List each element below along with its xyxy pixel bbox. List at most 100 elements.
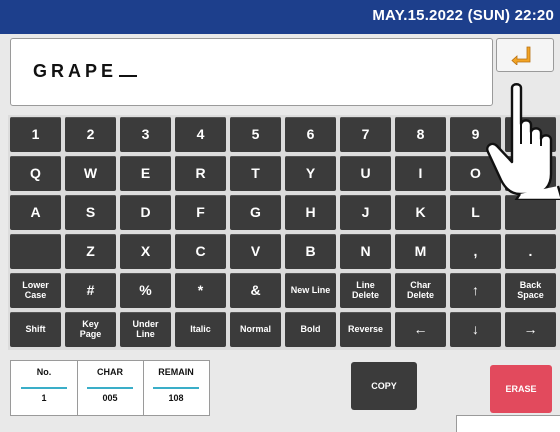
key-bold[interactable]: Bold [285, 312, 336, 347]
key-key-page[interactable]: Key Page [65, 312, 116, 347]
key-back-space[interactable]: Back Space [505, 273, 556, 308]
key-label: G [250, 204, 261, 221]
erase-button[interactable]: ERASE [490, 365, 552, 413]
key-label: Z [86, 243, 95, 260]
key-y[interactable]: Y [285, 156, 336, 191]
key-symbol[interactable]: * [175, 273, 226, 308]
key-label: & [250, 282, 261, 299]
key-s[interactable]: S [65, 195, 116, 230]
key-reverse[interactable]: Reverse [340, 312, 391, 347]
key-label: Normal [239, 323, 271, 334]
counter-no: No. 1 [11, 361, 78, 415]
key-shift[interactable]: Shift [10, 312, 61, 347]
date-time: MAY.15.2022 (SUN) 22:20 [372, 7, 554, 24]
key-label: 4 [196, 126, 205, 143]
key-symbol[interactable]: # [65, 273, 116, 308]
character-counter: No. 1 CHAR 005 REMAIN 108 [10, 360, 210, 416]
key-6[interactable]: 6 [285, 117, 336, 152]
key-g[interactable]: G [230, 195, 281, 230]
key-symbol[interactable]: ↑ [450, 273, 501, 308]
key-label: Case [24, 289, 47, 300]
remain-label: REMAIN [158, 367, 194, 377]
key-label: Italic [190, 323, 211, 334]
key-label: Line [136, 328, 155, 339]
no-value: 1 [21, 387, 67, 405]
key-label: F [196, 204, 205, 221]
key-symbol[interactable]: ↓ [450, 312, 501, 347]
key-line-delete[interactable]: Line Delete [340, 273, 391, 308]
key-label: N [360, 243, 371, 260]
key-label: I [418, 165, 423, 182]
key-2[interactable]: 2 [65, 117, 116, 152]
key-label: B [305, 243, 316, 260]
key-8[interactable]: 8 [395, 117, 446, 152]
key-label: 7 [361, 126, 370, 143]
key-symbol[interactable]: . [505, 234, 556, 269]
key-x[interactable]: X [120, 234, 171, 269]
key-lower-case[interactable]: Lower Case [10, 273, 61, 308]
key-z[interactable]: Z [65, 234, 116, 269]
key-normal[interactable]: Normal [230, 312, 281, 347]
key-symbol[interactable]: → [505, 312, 556, 347]
key-v[interactable]: V [230, 234, 281, 269]
key-label: → [523, 321, 538, 338]
key-1[interactable]: 1 [10, 117, 61, 152]
key-b[interactable]: B [285, 234, 336, 269]
key-label: Y [305, 165, 316, 182]
key-char-delete[interactable]: Char Delete [395, 273, 446, 308]
key-w[interactable]: W [65, 156, 116, 191]
key-label: X [140, 243, 151, 260]
key-new-line[interactable]: New Line [285, 273, 336, 308]
key-symbol[interactable]: , [450, 234, 501, 269]
key-label: D [140, 204, 151, 221]
key-n[interactable]: N [340, 234, 391, 269]
key-blank[interactable] [10, 234, 61, 269]
key-label: % [139, 282, 152, 299]
key-r[interactable]: R [175, 156, 226, 191]
copy-button[interactable]: COPY [351, 362, 417, 410]
key-label: , [473, 243, 478, 260]
key-label: # [86, 282, 95, 299]
text-input-field[interactable]: GRAPE [10, 38, 493, 106]
char-label: CHAR [97, 367, 123, 377]
key-italic[interactable]: Italic [175, 312, 226, 347]
key-label: Bold [300, 323, 321, 334]
key-h[interactable]: H [285, 195, 336, 230]
no-label: No. [36, 367, 52, 377]
key-under-line[interactable]: Under Line [120, 312, 171, 347]
key-l[interactable]: L [450, 195, 501, 230]
key-label: 2 [86, 126, 95, 143]
key-5[interactable]: 5 [230, 117, 281, 152]
enter-button[interactable] [496, 38, 554, 72]
key-u[interactable]: U [340, 156, 391, 191]
key-label: S [85, 204, 96, 221]
key-4[interactable]: 4 [175, 117, 226, 152]
key-symbol[interactable]: ← [395, 312, 446, 347]
key-label: . [528, 243, 533, 260]
key-q[interactable]: Q [10, 156, 61, 191]
key-j[interactable]: J [340, 195, 391, 230]
key-f[interactable]: F [175, 195, 226, 230]
key-d[interactable]: D [120, 195, 171, 230]
key-symbol[interactable]: % [120, 273, 171, 308]
key-k[interactable]: K [395, 195, 446, 230]
key-t[interactable]: T [230, 156, 281, 191]
key-label: 6 [306, 126, 315, 143]
key-3[interactable]: 3 [120, 117, 171, 152]
key-symbol[interactable]: & [230, 273, 281, 308]
key-m[interactable]: M [395, 234, 446, 269]
key-label: Shift [25, 323, 46, 334]
key-blank[interactable] [505, 195, 556, 230]
char-value: 005 [87, 387, 133, 405]
key-label: L [471, 204, 480, 221]
key-c[interactable]: C [175, 234, 226, 269]
key-label: Delete [351, 289, 379, 300]
key-a[interactable]: A [10, 195, 61, 230]
enter-return-icon [511, 46, 531, 65]
remain-value: 108 [153, 387, 199, 405]
key-7[interactable]: 7 [340, 117, 391, 152]
key-i[interactable]: I [395, 156, 446, 191]
key-label: 3 [141, 126, 150, 143]
key-e[interactable]: E [120, 156, 171, 191]
key-label: Page [79, 328, 102, 339]
